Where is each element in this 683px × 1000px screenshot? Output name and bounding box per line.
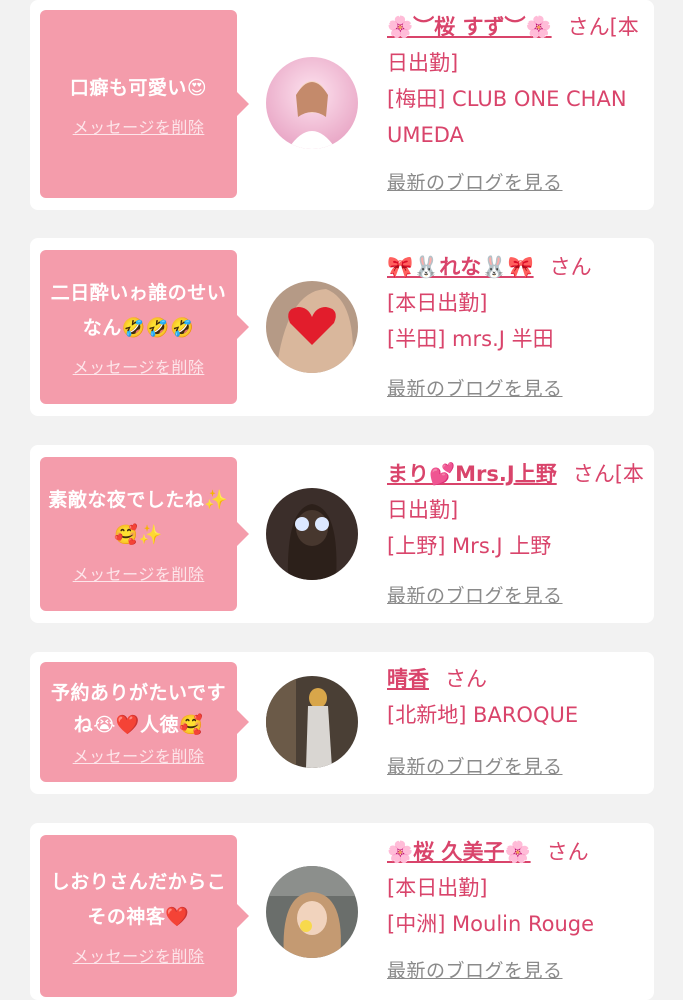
- shop-name: [北新地] BAROQUE: [387, 703, 579, 727]
- cast-name-link[interactable]: 🌸桜 久美子🌸: [387, 840, 531, 864]
- cast-status: [本日出勤]: [387, 291, 488, 315]
- cast-info: まり💕Mrs.J上野 さん[本日出勤] [上野] Mrs.J 上野: [387, 456, 647, 564]
- cast-info: 🌸桜 久美子🌸 さん [本日出勤] [中洲] Moulin Rouge: [387, 834, 647, 942]
- message-bubble: 予約ありがたいですね😭❤️人徳🥰 メッセージを削除: [40, 662, 249, 782]
- message-bubble: しおりさんだからこその神客❤️ メッセージを削除: [40, 835, 249, 997]
- message-text: 素敵な夜でしたね✨🥰✨: [48, 489, 229, 546]
- message-bubble: 素敵な夜でしたね✨🥰✨ メッセージを削除: [40, 457, 249, 611]
- delete-message-link[interactable]: メッセージを削除: [73, 354, 205, 378]
- cast-name-link[interactable]: 🎀🐰れな🐰🎀: [387, 255, 534, 279]
- honorific: さん: [445, 667, 487, 691]
- honorific: さん: [567, 15, 610, 39]
- avatar[interactable]: [266, 57, 358, 149]
- latest-blog-link[interactable]: 最新のブログを見る: [387, 752, 563, 779]
- message-card: 二日酔いゎ誰のせいなん🤣🤣🤣 メッセージを削除 🎀🐰れな🐰🎀 さん [本日出勤] …: [30, 238, 654, 416]
- cast-name-link[interactable]: まり💕Mrs.J上野: [387, 462, 557, 486]
- latest-blog-link[interactable]: 最新のブログを見る: [387, 168, 563, 195]
- message-text: 予約ありがたいですね😭❤️人徳🥰: [51, 682, 226, 736]
- avatar[interactable]: [266, 866, 358, 958]
- message-card: しおりさんだからこその神客❤️ メッセージを削除 🌸桜 久美子🌸 さん [本日出勤…: [30, 823, 654, 1000]
- cast-info: 🌸︶桜 すず︶🌸 さん[本日出勤] [梅田] CLUB ONE CHAN UMED…: [387, 9, 647, 153]
- delete-message-link[interactable]: メッセージを削除: [73, 114, 205, 138]
- latest-blog-link[interactable]: 最新のブログを見る: [387, 374, 563, 401]
- delete-message-link[interactable]: メッセージを削除: [73, 743, 205, 767]
- delete-message-link[interactable]: メッセージを削除: [73, 561, 205, 585]
- cast-name-link[interactable]: 晴香: [387, 667, 429, 691]
- avatar[interactable]: [266, 281, 358, 373]
- avatar[interactable]: [266, 676, 358, 768]
- cast-name-link[interactable]: 🌸︶桜 すず︶🌸: [387, 15, 552, 39]
- shop-name: [梅田] CLUB ONE CHAN UMEDA: [387, 87, 627, 147]
- shop-name: [上野] Mrs.J 上野: [387, 534, 552, 558]
- message-card: 予約ありがたいですね😭❤️人徳🥰 メッセージを削除 晴香 さん [北新地] BAR…: [30, 652, 654, 794]
- message-text: 口癖も可愛い😍: [69, 76, 208, 99]
- message-card: 素敵な夜でしたね✨🥰✨ メッセージを削除 まり💕Mrs.J上野 さん[本日出勤] …: [30, 445, 654, 623]
- cast-status: [本日出勤]: [387, 876, 488, 900]
- message-bubble: 口癖も可愛い😍 メッセージを削除: [40, 10, 249, 198]
- honorific: さん: [549, 255, 592, 279]
- cast-info: 晴香 さん [北新地] BAROQUE: [387, 661, 647, 733]
- latest-blog-link[interactable]: 最新のブログを見る: [387, 956, 563, 983]
- delete-message-link[interactable]: メッセージを削除: [73, 943, 205, 967]
- honorific: さん: [546, 840, 589, 864]
- shop-name: [中洲] Moulin Rouge: [387, 912, 595, 936]
- message-bubble: 二日酔いゎ誰のせいなん🤣🤣🤣 メッセージを削除: [40, 250, 249, 404]
- latest-blog-link[interactable]: 最新のブログを見る: [387, 581, 563, 608]
- message-text: しおりさんだからこその神客❤️: [50, 871, 227, 928]
- honorific: さん: [572, 462, 615, 486]
- message-text: 二日酔いゎ誰のせいなん🤣🤣🤣: [50, 282, 227, 339]
- cast-info: 🎀🐰れな🐰🎀 さん [本日出勤] [半田] mrs.J 半田: [387, 249, 647, 357]
- shop-name: [半田] mrs.J 半田: [387, 327, 554, 351]
- message-card: 口癖も可愛い😍 メッセージを削除 🌸︶桜 すず︶🌸 さん[本日出勤] [梅田] C…: [30, 0, 654, 210]
- avatar[interactable]: [266, 488, 358, 580]
